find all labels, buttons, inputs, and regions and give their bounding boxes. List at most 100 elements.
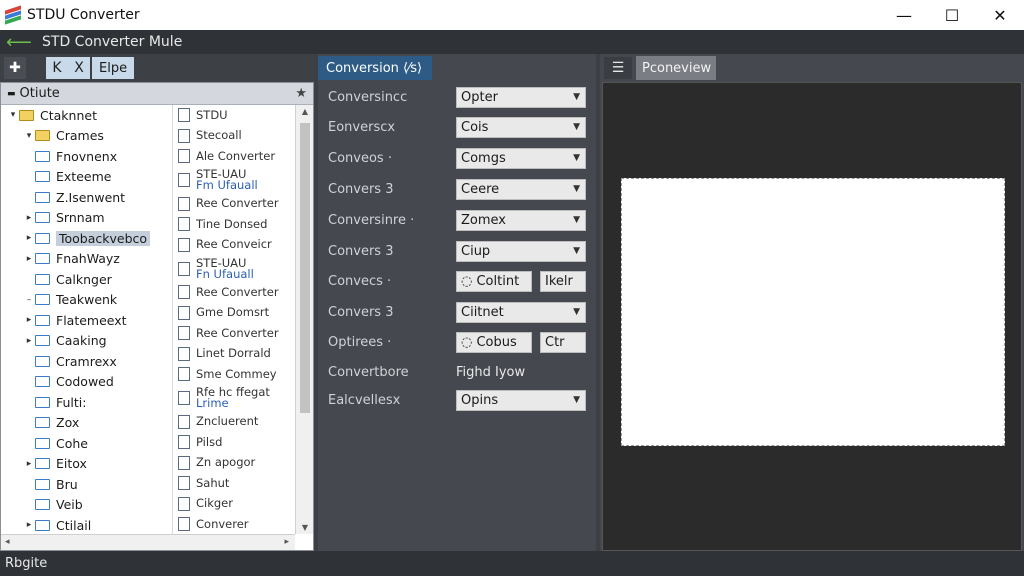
- tree-folder-label: Teakwenk: [56, 292, 118, 308]
- tree-header: ▬ Otiute ★: [1, 83, 313, 105]
- file-list-item[interactable]: STE-UAU Fn Ufauall: [174, 255, 294, 282]
- option-dropdown[interactable]: Ciitnet ▼: [456, 301, 586, 323]
- tree-folder-item[interactable]: Fnovnenx: [1, 146, 172, 167]
- option-dropdown[interactable]: Comgs ▼: [456, 147, 586, 169]
- scroll-down-icon[interactable]: ▼: [296, 523, 314, 532]
- option-button[interactable]: ◌ Coltint: [456, 270, 532, 292]
- option-button[interactable]: ◌ Cobus: [456, 331, 532, 353]
- expand-toggle-icon[interactable]: ▾: [23, 131, 35, 141]
- x-button[interactable]: X: [68, 57, 90, 79]
- file-list-item[interactable]: Converer: [174, 514, 294, 534]
- back-arrow-icon[interactable]: ⟵: [6, 32, 32, 53]
- file-list-item[interactable]: Rfe hc ffegat Lrime: [174, 385, 294, 412]
- file-name: Zn apogor: [196, 455, 256, 470]
- file-list-item[interactable]: Sme Commey: [174, 364, 294, 385]
- pin-icon[interactable]: ★: [295, 86, 307, 101]
- option-dropdown[interactable]: Ciup ▼: [456, 240, 586, 262]
- tree-folder-item[interactable]: Codowed: [1, 372, 172, 393]
- file-list-item[interactable]: Ree Conveicr: [174, 235, 294, 256]
- tree-folder-item[interactable]: Veib: [1, 495, 172, 516]
- option-dropdown[interactable]: Opter ▼: [456, 86, 586, 108]
- file-list-item[interactable]: Sahut: [174, 473, 294, 494]
- file-list-item[interactable]: Ree Converter: [174, 282, 294, 303]
- file-list-item[interactable]: Zn apogor: [174, 453, 294, 474]
- tree-folder-item[interactable]: Cohe: [1, 433, 172, 454]
- tree-folder-item[interactable]: Fulti:: [1, 392, 172, 413]
- file-name: Ree Converter: [196, 325, 279, 340]
- menu-title[interactable]: STD Converter Mule: [42, 34, 182, 50]
- tree-folder-item[interactable]: Zox: [1, 413, 172, 434]
- close-button[interactable]: ✕: [976, 0, 1024, 30]
- scroll-right-icon[interactable]: ▸: [284, 537, 289, 547]
- file-list-item[interactable]: Ree Converter: [174, 323, 294, 344]
- tree-folder-item[interactable]: Cramrexx: [1, 351, 172, 372]
- tree-folder-label: Z.Isenwent: [56, 189, 126, 205]
- tree-folder-item[interactable]: ▸ Caaking: [1, 331, 172, 352]
- file-name: Gme Domsrt: [196, 305, 270, 320]
- tree-folder-item[interactable]: – Teakwenk: [1, 290, 172, 311]
- option-secondary-button[interactable]: Ikelr: [540, 270, 586, 292]
- expand-toggle-icon[interactable]: ▸: [23, 459, 35, 469]
- option-dropdown[interactable]: Opins ▼: [456, 389, 586, 411]
- expand-toggle-icon[interactable]: ▸: [23, 213, 35, 223]
- horizontal-scrollbar[interactable]: ◂ ▸: [1, 534, 295, 550]
- option-row: Conveos · Comgs ▼: [328, 147, 588, 169]
- file-list-item[interactable]: STE-UAU Fm Ufauall: [174, 167, 294, 194]
- tree-folder-item[interactable]: ▸ FnahWayz: [1, 249, 172, 270]
- tree-folder-item[interactable]: Calknger: [1, 269, 172, 290]
- expand-toggle-icon[interactable]: ▸: [23, 315, 35, 325]
- expand-toggle-icon[interactable]: ▸: [23, 254, 35, 264]
- folder-icon: [35, 171, 50, 183]
- file-list-item[interactable]: Stecoall: [174, 126, 294, 147]
- file-list-item[interactable]: Ale Converter: [174, 146, 294, 167]
- collapse-icon[interactable]: ▬: [7, 89, 16, 99]
- file-list-item[interactable]: Linet Dorrald: [174, 344, 294, 365]
- tree-folder-item[interactable]: ▸ Flatemeext: [1, 310, 172, 331]
- tree-folder-label: Exteeme: [56, 169, 112, 185]
- file-list-item[interactable]: Zncluerent: [174, 412, 294, 433]
- scroll-left-icon[interactable]: ◂: [5, 537, 10, 547]
- list-icon[interactable]: ☰: [604, 57, 632, 79]
- tree-folder-item[interactable]: Z.Isenwent: [1, 187, 172, 208]
- tree-folder-item[interactable]: ▸ Ctilail: [1, 515, 172, 534]
- expand-toggle-icon[interactable]: ▾: [7, 110, 19, 120]
- preview-tab[interactable]: Pconeview: [636, 56, 716, 80]
- tree-folder-item[interactable]: ▾ Crames: [1, 126, 172, 147]
- scroll-up-icon[interactable]: ▲: [296, 107, 314, 116]
- option-dropdown[interactable]: Cois ▼: [456, 116, 586, 138]
- file-list-item[interactable]: Tine Donsed: [174, 214, 294, 235]
- explorer-tab[interactable]: Elpe: [92, 57, 135, 79]
- tree-folder-item[interactable]: ▸ Toobackvebco: [1, 228, 172, 249]
- option-secondary-button[interactable]: Ctr: [540, 331, 586, 353]
- scroll-thumb[interactable]: [300, 123, 310, 413]
- tree-folder-item[interactable]: Exteeme: [1, 167, 172, 188]
- file-list-item[interactable]: Ree Converter: [174, 194, 294, 215]
- expand-toggle-icon[interactable]: ▸: [23, 233, 35, 243]
- conversion-tab[interactable]: Conversion ⟨⁄s⟩: [318, 56, 432, 80]
- file-list-item[interactable]: Pilsd: [174, 432, 294, 453]
- tree-folder-item[interactable]: Bru: [1, 474, 172, 495]
- tree-folder-label: Cohe: [56, 435, 88, 451]
- chevron-down-icon: ▼: [573, 306, 580, 317]
- option-row: Eonverscx Cois ▼: [328, 116, 588, 138]
- file-list-item[interactable]: Gme Domsrt: [174, 303, 294, 324]
- tree-folder-item[interactable]: ▾ Ctaknnet: [1, 105, 172, 126]
- k-button[interactable]: K: [46, 57, 68, 79]
- maximize-button[interactable]: ☐: [928, 0, 976, 30]
- document-icon: [178, 517, 190, 532]
- vertical-scrollbar[interactable]: ▲ ▼: [295, 105, 313, 534]
- expand-toggle-icon[interactable]: ▸: [23, 336, 35, 346]
- file-name: Stecoall: [196, 128, 242, 143]
- option-dropdown[interactable]: Zomex ▼: [456, 209, 586, 231]
- option-dropdown[interactable]: Ceere ▼: [456, 178, 586, 200]
- file-list-item[interactable]: Cikger: [174, 494, 294, 515]
- file-tree: ▬ Otiute ★ ▾ Ctaknnet ▾ Crames Fnovnenx Extee…: [0, 82, 314, 551]
- minimize-button[interactable]: —: [880, 0, 928, 30]
- expand-toggle-icon[interactable]: –: [23, 295, 35, 305]
- add-button[interactable]: ✚: [4, 57, 26, 79]
- file-name: Converer: [196, 516, 249, 531]
- tree-folder-item[interactable]: ▸ Srnnam: [1, 208, 172, 229]
- file-list-item[interactable]: STDU: [174, 105, 294, 126]
- expand-toggle-icon[interactable]: ▸: [23, 520, 35, 530]
- tree-folder-item[interactable]: ▸ Eitox: [1, 454, 172, 475]
